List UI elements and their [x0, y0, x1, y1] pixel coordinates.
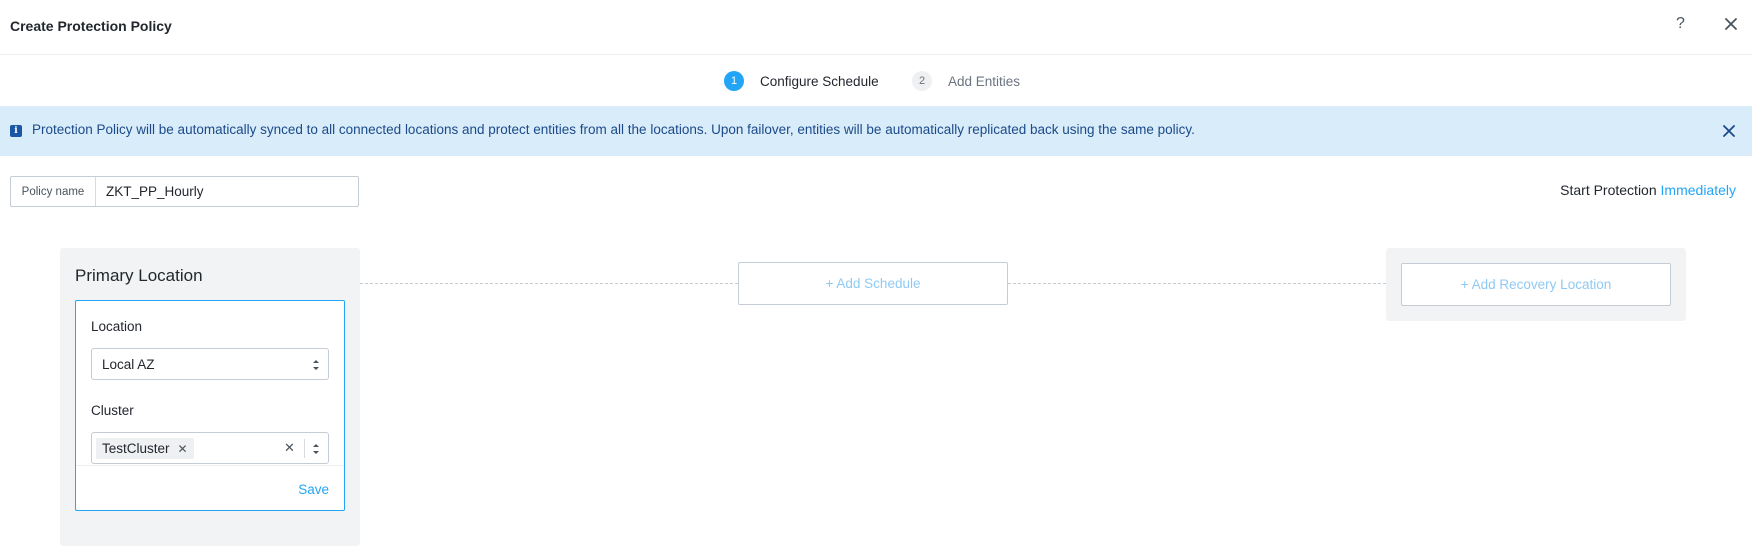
add-recovery-location-button[interactable]: + Add Recovery Location: [1401, 263, 1671, 306]
connector-line: [360, 283, 738, 284]
help-icon[interactable]: ?: [1676, 15, 1685, 33]
step-label: Configure Schedule: [760, 73, 879, 89]
primary-location-title: Primary Location: [75, 266, 203, 285]
cluster-tag: TestCluster ✕: [96, 438, 194, 459]
cluster-tag-label: TestCluster: [102, 441, 170, 456]
card-divider: [76, 465, 344, 466]
policy-name-field: Policy name: [10, 176, 359, 207]
location-label: Location: [91, 319, 143, 334]
step-number: 2: [912, 71, 932, 91]
dialog-header: Create Protection Policy ?: [0, 0, 1752, 55]
close-icon[interactable]: [1721, 14, 1741, 34]
location-select[interactable]: Local AZ: [91, 348, 329, 380]
step-add-entities[interactable]: 2 Add Entities: [912, 71, 1020, 91]
info-banner: i Protection Policy will be automaticall…: [0, 106, 1752, 156]
start-protection: Start Protection Immediately: [1560, 182, 1736, 198]
info-icon: i: [10, 125, 22, 137]
save-button[interactable]: Save: [298, 482, 329, 497]
cluster-select[interactable]: TestCluster ✕ ✕: [91, 432, 329, 464]
wizard-steps: 1 Configure Schedule 2 Add Entities: [0, 55, 1752, 105]
select-separator: [304, 439, 305, 458]
add-schedule-button[interactable]: + Add Schedule: [738, 262, 1008, 305]
step-number: 1: [724, 71, 744, 91]
recovery-location-panel: + Add Recovery Location: [1386, 248, 1686, 321]
policy-name-label: Policy name: [11, 177, 96, 206]
cluster-label: Cluster: [91, 403, 134, 418]
banner-close-icon[interactable]: [1720, 122, 1738, 140]
policy-name-input[interactable]: [96, 177, 358, 206]
location-value: Local AZ: [102, 357, 155, 372]
start-protection-label: Start Protection: [1560, 182, 1657, 198]
start-protection-link[interactable]: Immediately: [1661, 182, 1736, 198]
select-arrows-icon: [313, 360, 319, 370]
step-label: Add Entities: [948, 73, 1021, 89]
clear-icon[interactable]: ✕: [284, 440, 295, 456]
tag-remove-icon[interactable]: ✕: [178, 442, 188, 456]
connector-line: [1008, 283, 1386, 284]
banner-text: Protection Policy will be automatically …: [32, 122, 1195, 137]
primary-location-panel: Primary Location Location Local AZ Clust…: [60, 248, 360, 546]
dialog-title: Create Protection Policy: [10, 18, 172, 34]
primary-location-card: Location Local AZ Cluster TestCluster ✕ …: [75, 300, 345, 511]
select-arrows-icon: [313, 444, 319, 454]
step-configure-schedule[interactable]: 1 Configure Schedule: [724, 71, 879, 91]
